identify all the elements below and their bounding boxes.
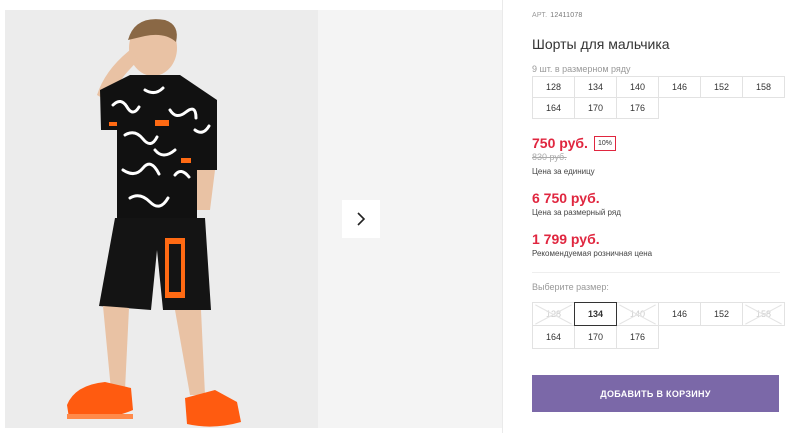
series-size-cell: 128 — [532, 76, 575, 98]
unit-price-label: Цена за единицу — [532, 167, 595, 176]
add-to-cart-button[interactable]: ДОБАВИТЬ В КОРЗИНУ — [532, 375, 779, 412]
size-option-164[interactable]: 164 — [532, 325, 575, 349]
price-row: 750 руб. 10% — [532, 135, 616, 151]
series-price: 6 750 руб. — [532, 190, 600, 206]
series-size-cell: 140 — [616, 76, 659, 98]
size-option-146[interactable]: 146 — [658, 302, 701, 326]
series-size-cell: 176 — [616, 97, 659, 119]
size-option-158: 158 — [742, 302, 785, 326]
size-option-134[interactable]: 134 — [574, 302, 617, 326]
size-option-140: 140 — [616, 302, 659, 326]
series-size-cell: 146 — [658, 76, 701, 98]
size-option-128: 128 — [532, 302, 575, 326]
current-price: 750 руб. — [532, 135, 588, 151]
column-divider — [502, 0, 503, 433]
article-label: АРТ. — [532, 12, 548, 19]
series-size-cell: 158 — [742, 76, 785, 98]
rrp-price: 1 799 руб. — [532, 231, 600, 247]
product-title: Шорты для мальчика — [532, 36, 670, 52]
discount-badge: 10% — [593, 135, 616, 151]
size-option-152[interactable]: 152 — [700, 302, 743, 326]
size-option-170[interactable]: 170 — [574, 325, 617, 349]
article-number: АРТ. 12411078 — [532, 12, 583, 19]
series-size-grid: 128 134 140 146 152 158 164 170 176 — [532, 76, 785, 119]
size-selector-label: Выберите размер: — [532, 282, 609, 292]
gallery-next-button[interactable] — [342, 200, 380, 238]
series-size-cell: 134 — [574, 76, 617, 98]
product-gallery — [5, 10, 502, 428]
rrp-label: Рекомендуемая розничная цена — [532, 249, 653, 258]
article-value: 12411078 — [550, 12, 583, 19]
series-info: 9 шт. в размерном ряду — [532, 64, 631, 74]
size-option-176[interactable]: 176 — [616, 325, 659, 349]
product-photo — [5, 10, 318, 428]
series-size-cell: 152 — [700, 76, 743, 98]
size-selector-grid: 128 134 140 146 152 158 164 170 176 — [532, 302, 785, 349]
divider — [532, 272, 780, 273]
chevron-right-icon — [357, 212, 366, 226]
old-price: 830 руб. — [532, 152, 567, 162]
series-size-cell: 164 — [532, 97, 575, 119]
series-size-cell: 170 — [574, 97, 617, 119]
series-price-label: Цена за размерный ряд — [532, 208, 621, 217]
